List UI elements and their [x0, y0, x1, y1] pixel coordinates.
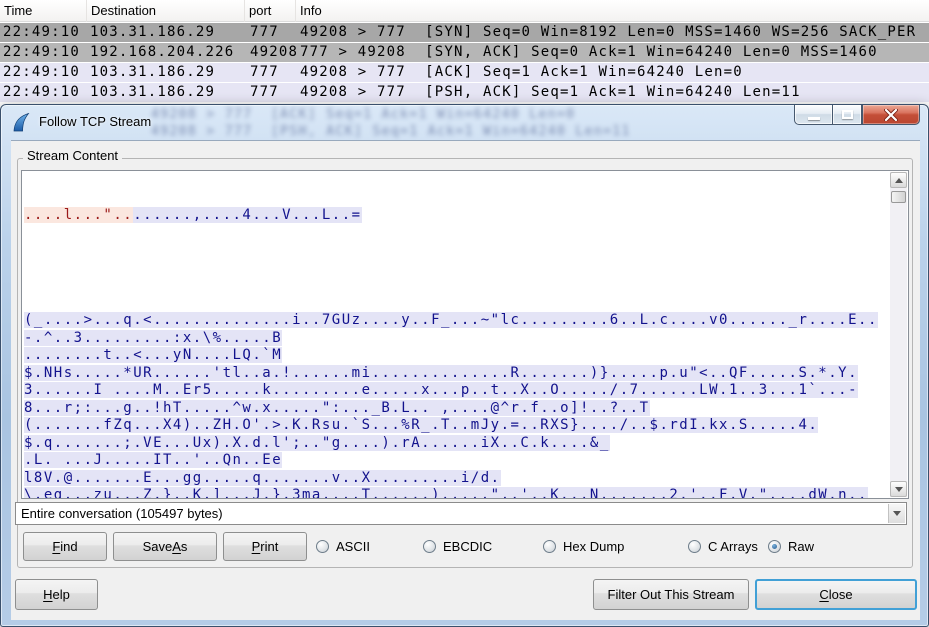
stream-line: -.^..3.........:x.\%.....B — [24, 330, 889, 348]
window-controls — [794, 105, 920, 125]
server-data-segment: $.q.......;.VE...Ux).X.d.l';.."g....).rA… — [24, 435, 610, 451]
display-format-radios: ASCII EBCDIC Hex Dump C Arrays Raw — [11, 532, 920, 561]
column-header-destination[interactable]: Destination — [87, 0, 245, 22]
maximize-icon — [842, 110, 853, 119]
server-data-segment: -.^..3.........:x.\%.....B — [24, 330, 282, 346]
dialog-title: Follow TCP Stream — [39, 114, 151, 129]
titlebar-blur-text: 49208 > 777 [ACK] Seq=1 Ack=1 Win=64240 … — [151, 107, 791, 122]
packet-port: 49208 — [250, 43, 298, 62]
radio-icon — [543, 540, 556, 553]
stream-line: 3......I ....M..Er5.....k.........e.....… — [24, 382, 889, 400]
conversation-select-value: Entire conversation (105497 bytes) — [21, 506, 223, 521]
packet-time: 22:49:10 — [3, 43, 80, 62]
minimize-button[interactable] — [794, 105, 832, 125]
server-data-segment: l8V.@.......E...gg.....q.......v..X.....… — [24, 470, 501, 486]
conversation-select[interactable]: Entire conversation (105497 bytes) — [15, 502, 907, 525]
stream-line: ........t..<...yN....LQ.`M — [24, 347, 889, 365]
dialog-client-area: Stream Content ....l..."........,....4..… — [11, 140, 920, 620]
filter-out-stream-button[interactable]: Filter Out This Stream — [593, 579, 749, 610]
titlebar-blur-text: 49208 > 777 [PSH, ACK] Seq=1 Ack=1 Win=6… — [151, 124, 791, 139]
radio-option[interactable]: C Arrays — [688, 532, 758, 561]
stream-text-area[interactable]: ....l..."........,....4...V...L..= (_...… — [21, 170, 909, 499]
stream-first-line: ....l..."........,....4...V...L..= — [24, 207, 889, 225]
server-data-segment: (_....>...q.<..............i..7GUz....y.… — [24, 312, 878, 328]
stream-line: (_....>...q.<..............i..7GUz....y.… — [24, 312, 889, 330]
radio-option[interactable]: Raw — [768, 532, 814, 561]
column-header-port[interactable]: port — [245, 0, 296, 22]
stream-line: $.q.......;.VE...Ux).X.d.l';.."g....).rA… — [24, 435, 889, 453]
packet-port: 777 — [250, 23, 279, 42]
follow-tcp-stream-dialog: 49208 > 777 [ACK] Seq=1 Ack=1 Win=64240 … — [0, 104, 929, 627]
packet-info: 49208 > 777 [ACK] Seq=1 Ack=1 Win=64240 … — [300, 63, 743, 82]
client-data-segment: ....l...".. — [24, 207, 133, 223]
packet-destination: 103.31.186.29 — [90, 83, 215, 102]
stream-line: \.eg...zu...Z.}..K.]...J.}.3ma....T.....… — [24, 487, 889, 498]
packet-time: 22:49:10 — [3, 63, 80, 82]
server-data-segment: .L. ...J.....IT..'..Qn..Ee — [24, 452, 282, 468]
server-data-segment: ........t..<...yN....LQ.`M — [24, 347, 282, 363]
stream-line: l8V.@.......E...gg.....q.......v..X.....… — [24, 470, 889, 488]
close-button[interactable]: Close — [755, 579, 917, 610]
stream-line: (.......fZq...X4)..ZH.O'.>.K.Rsu.`S...%R… — [24, 417, 889, 435]
arrow-down-icon — [895, 487, 903, 492]
server-data-segment: \.eg...zu...Z.}..K.]...J.}.3ma....T.....… — [24, 487, 868, 498]
packet-list-header: Time Destination port Info — [0, 0, 929, 22]
packet-info: 777 > 49208 [SYN, ACK] Seq=0 Ack=1 Win=6… — [300, 43, 878, 62]
packet-port: 777 — [250, 63, 279, 82]
stream-line: $.NHs.....*UR......'tl..a.!......mi.....… — [24, 365, 889, 383]
radio-icon — [316, 540, 329, 553]
radio-icon — [423, 540, 436, 553]
server-data-segment: ......,....4...V...L..= — [133, 207, 361, 223]
radio-label: C Arrays — [708, 539, 758, 554]
packet-port: 777 — [250, 83, 279, 102]
close-icon — [884, 109, 898, 121]
chevron-down-icon — [893, 511, 901, 516]
column-header-time[interactable]: Time — [0, 0, 87, 22]
maximize-button[interactable] — [832, 105, 862, 125]
server-data-segment: (.......fZq...X4)..ZH.O'.>.K.Rsu.`S...%R… — [24, 417, 818, 433]
stream-line: .L. ...J.....IT..'..Qn..Ee — [24, 452, 889, 470]
packet-destination: 103.31.186.29 — [90, 63, 215, 82]
minimize-icon — [808, 117, 820, 120]
packet-info: 49208 > 777 [SYN] Seq=0 Win=8192 Len=0 M… — [300, 23, 916, 42]
radio-label: EBCDIC — [443, 539, 492, 554]
radio-label: ASCII — [336, 539, 370, 554]
server-stream-block: (_....>...q.<..............i..7GUz....y.… — [24, 260, 889, 499]
wireshark-icon — [13, 113, 30, 132]
packet-list: 22:49:10 103.31.186.29 777 49208 > 777 [… — [0, 23, 929, 103]
packet-row[interactable]: 22:49:10 103.31.186.29 777 49208 > 777 [… — [0, 63, 929, 82]
stream-scrollbar[interactable] — [890, 172, 907, 497]
packet-row[interactable]: 22:49:10 192.168.204.226 49208 777 > 492… — [0, 43, 929, 62]
packet-time: 22:49:10 — [3, 23, 80, 42]
scroll-up-button[interactable] — [890, 172, 907, 188]
packet-destination: 192.168.204.226 — [90, 43, 234, 62]
dialog-titlebar[interactable]: 49208 > 777 [ACK] Seq=1 Ack=1 Win=64240 … — [1, 105, 928, 140]
scroll-thumb[interactable] — [891, 191, 906, 203]
stream-line: 8...r;:...g..!hT.....^w.x.....":..._B.L.… — [24, 400, 889, 418]
packet-row[interactable]: 22:49:10 103.31.186.29 777 49208 > 777 [… — [0, 23, 929, 42]
radio-label: Hex Dump — [563, 539, 624, 554]
help-button[interactable]: Help — [15, 579, 98, 610]
server-data-segment: 3......I ....M..Er5.....k.........e.....… — [24, 382, 858, 398]
stream-content-label: Stream Content — [23, 148, 122, 163]
close-window-button[interactable] — [862, 105, 920, 125]
packet-time: 22:49:10 — [3, 83, 80, 102]
packet-info: 49208 > 777 [PSH, ACK] Seq=1 Ack=1 Win=6… — [300, 83, 801, 102]
packet-destination: 103.31.186.29 — [90, 23, 215, 42]
packet-row[interactable]: 22:49:10 103.31.186.29 777 49208 > 777 [… — [0, 83, 929, 102]
stream-lines: ....l..."........,....4...V...L..= (_...… — [24, 172, 889, 498]
server-data-segment: 8...r;:...g..!hT.....^w.x.....":..._B.L.… — [24, 400, 650, 416]
screen: Time Destination port Info 22:49:10 103.… — [0, 0, 929, 627]
arrow-up-icon — [895, 178, 903, 183]
radio-label: Raw — [788, 539, 814, 554]
radio-option[interactable]: ASCII — [316, 532, 370, 561]
radio-option[interactable]: EBCDIC — [423, 532, 492, 561]
column-header-info[interactable]: Info — [296, 0, 929, 22]
scroll-down-button[interactable] — [890, 481, 907, 497]
radio-icon — [688, 540, 701, 553]
radio-option[interactable]: Hex Dump — [543, 532, 624, 561]
conversation-select-arrow[interactable] — [888, 504, 905, 523]
server-data-segment: $.NHs.....*UR......'tl..a.!......mi.....… — [24, 365, 858, 381]
radio-icon — [768, 540, 781, 553]
